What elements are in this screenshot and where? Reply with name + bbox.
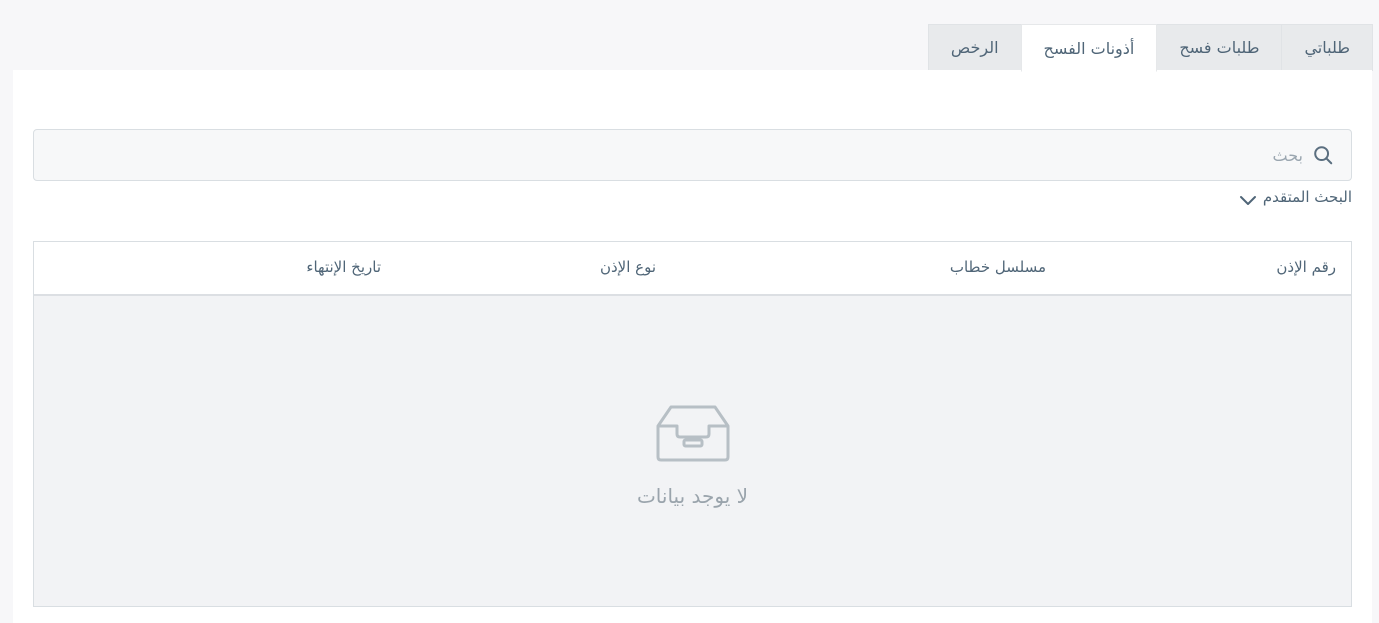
advanced-search-toggle[interactable]: البحث المتقدم [1239, 187, 1352, 207]
permits-table: رقم الإذن مسلسل خطاب نوع الإذن تاريخ الإ… [33, 241, 1352, 607]
tab-licenses[interactable]: الرخص [927, 24, 1022, 71]
tab-clearance-requests[interactable]: طلبات فسح [1156, 24, 1283, 71]
table-body: لا يوجد بيانات [34, 296, 1351, 606]
chevron-down-icon [1239, 196, 1256, 205]
column-header-permit-type[interactable]: نوع الإذن [600, 258, 656, 276]
tab-clearance-permits[interactable]: أذونات الفسح [1020, 24, 1158, 72]
empty-state-text: لا يوجد بيانات [636, 484, 749, 508]
table-header: رقم الإذن مسلسل خطاب نوع الإذن تاريخ الإ… [34, 242, 1351, 296]
tab-my-requests[interactable]: طلباتي [1281, 24, 1373, 71]
column-header-permit-number[interactable]: رقم الإذن [1276, 258, 1336, 276]
search-box [33, 129, 1352, 181]
tab-bar: طلباتي طلبات فسح أذونات الفسح الرخص [927, 24, 1373, 72]
column-header-letter-serial[interactable]: مسلسل خطاب [950, 258, 1046, 276]
search-input[interactable] [34, 130, 1351, 180]
column-header-expiry-date[interactable]: تاريخ الإنتهاء [306, 258, 381, 276]
inbox-icon [656, 405, 729, 462]
advanced-search-label: البحث المتقدم [1262, 188, 1352, 206]
content-panel: البحث المتقدم رقم الإذن مسلسل خطاب نوع ا… [13, 70, 1372, 623]
search-icon[interactable] [1312, 144, 1334, 166]
empty-state: لا يوجد بيانات [34, 404, 1351, 508]
